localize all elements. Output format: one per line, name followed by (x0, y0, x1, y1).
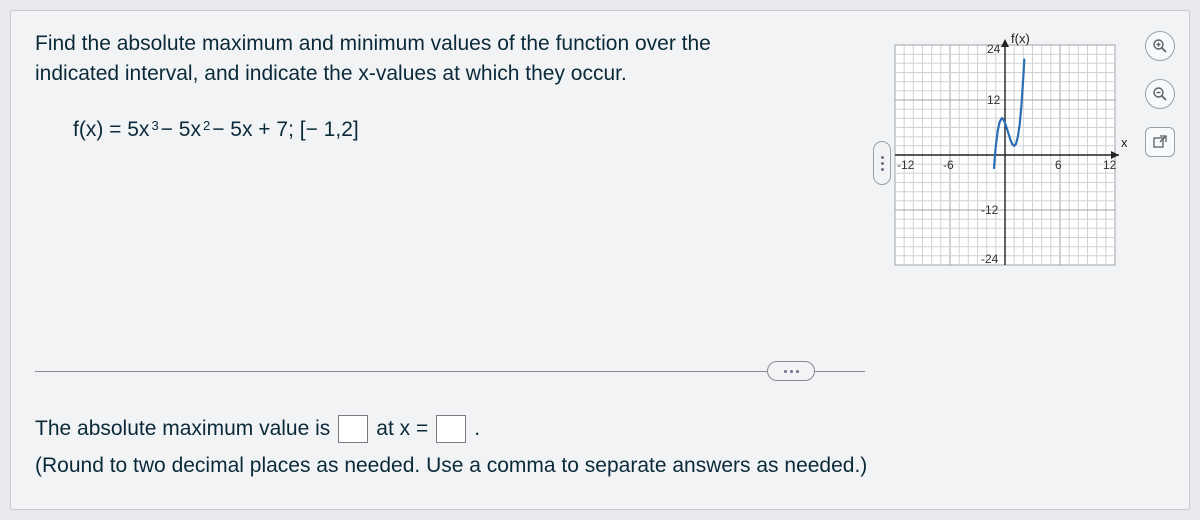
popout-button[interactable] (1145, 127, 1175, 157)
popout-icon (1153, 135, 1167, 149)
prompt-line2: indicated interval, and indicate the x-v… (35, 62, 627, 85)
answer-lead: The absolute maximum value is (35, 413, 330, 446)
formula-exp1: 3 (151, 118, 158, 133)
ytick-neg12: -12 (981, 203, 999, 217)
answer-area: The absolute maximum value is at x = . (… (35, 413, 867, 482)
xlabel: x (1121, 135, 1127, 150)
dot-icon (796, 370, 799, 373)
section-divider (35, 371, 865, 372)
dot-icon (790, 370, 793, 373)
formula-exp2: 2 (203, 118, 210, 133)
x-value-input[interactable] (436, 415, 466, 443)
answer-atx: at x = (376, 413, 428, 446)
dot-icon (784, 370, 787, 373)
formula-tail: − 5x + 7; [− 1,2] (212, 118, 359, 142)
ytick-neg24: -24 (981, 252, 999, 266)
zoom-in-icon (1152, 38, 1168, 54)
graph-svg: -12 -6 6 12 24 12 -12 -24 f(x) x (883, 33, 1127, 277)
zoom-out-button[interactable] (1145, 79, 1175, 109)
zoom-out-icon (1152, 86, 1168, 102)
more-options-button[interactable] (767, 361, 815, 381)
function-graph: -12 -6 6 12 24 12 -12 -24 f(x) x (883, 33, 1127, 277)
xtick-12: 12 (1103, 158, 1117, 172)
graph-tools (1145, 31, 1175, 157)
prompt-line1: Find the absolute maximum and minimum va… (35, 32, 711, 55)
ytick-12: 12 (987, 93, 1001, 107)
rounding-hint: (Round to two decimal places as needed. … (35, 450, 867, 483)
exercise-panel: Find the absolute maximum and minimum va… (10, 10, 1190, 510)
formula-lhs: f(x) = 5x (73, 118, 149, 142)
xtick-neg6: -6 (943, 158, 954, 172)
ytick-24: 24 (987, 42, 1001, 56)
ylabel: f(x) (1011, 33, 1030, 46)
xtick-neg12: -12 (897, 158, 915, 172)
formula-mid1: − 5x (161, 118, 201, 142)
zoom-in-button[interactable] (1145, 31, 1175, 61)
question-text: Find the absolute maximum and minimum va… (35, 29, 835, 90)
xtick-6: 6 (1055, 158, 1062, 172)
max-value-input[interactable] (338, 415, 368, 443)
